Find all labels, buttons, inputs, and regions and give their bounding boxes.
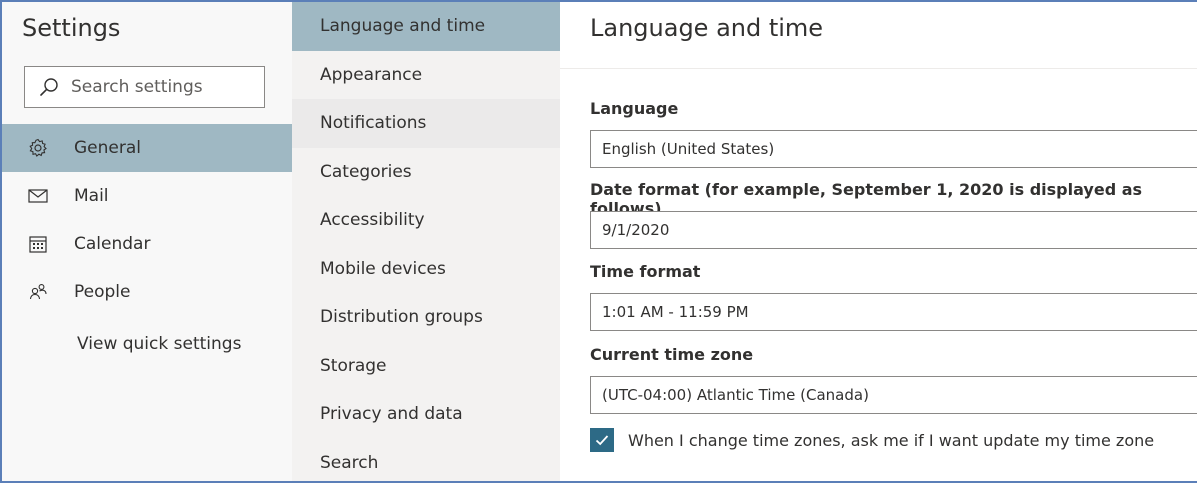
nav-item-people[interactable]: People [2,268,292,316]
nav-label-calendar: Calendar [74,234,151,254]
category-appearance[interactable]: Appearance [292,51,560,100]
category-categories[interactable]: Categories [292,148,560,197]
nav-label-general: General [74,138,141,158]
language-dropdown[interactable]: English (United States) [590,130,1197,168]
nav-item-calendar[interactable]: Calendar [2,220,292,268]
ask-update-time-zone-option[interactable]: When I change time zones, ask me if I wa… [590,428,1154,452]
language-time-panel: Language and time Language English (Unit… [560,2,1197,481]
date-format-dropdown[interactable]: 9/1/2020 [590,211,1197,249]
category-distribution-groups[interactable]: Distribution groups [292,293,560,342]
gear-icon [26,136,50,160]
ask-update-checkbox[interactable] [590,428,614,452]
nav-label-people: People [74,282,131,302]
panel-title: Language and time [590,14,824,42]
ask-update-checkbox-label: When I change time zones, ask me if I wa… [628,430,1155,450]
settings-title: Settings [22,14,121,42]
language-value: English (United States) [602,140,775,158]
search-input[interactable] [71,77,251,97]
category-privacy-and-data[interactable]: Privacy and data [292,390,560,439]
settings-sidebar: Settings General [2,2,292,481]
title-divider [560,68,1197,69]
category-mobile-devices[interactable]: Mobile devices [292,245,560,294]
settings-nav: General Mail Calendar People [2,124,292,316]
search-icon [40,78,58,96]
language-label: Language [590,99,679,118]
date-format-value: 9/1/2020 [602,221,670,239]
nav-item-general[interactable]: General [2,124,292,172]
nav-label-mail: Mail [74,186,109,206]
view-quick-settings-link[interactable]: View quick settings [77,334,241,354]
time-zone-value: (UTC-04:00) Atlantic Time (Canada) [602,386,869,404]
nav-item-mail[interactable]: Mail [2,172,292,220]
category-language-and-time[interactable]: Language and time [292,2,560,51]
settings-window: Settings General [0,0,1197,483]
mail-icon [26,184,50,208]
checkmark-icon [595,435,609,446]
category-list: Language and time Appearance Notificatio… [292,2,560,482]
category-search[interactable]: Search [292,439,560,482]
category-accessibility[interactable]: Accessibility [292,196,560,245]
time-format-dropdown[interactable]: 1:01 AM - 11:59 PM [590,293,1197,331]
time-format-label: Time format [590,262,701,281]
category-notifications[interactable]: Notifications [292,99,560,148]
time-zone-dropdown[interactable]: (UTC-04:00) Atlantic Time (Canada) [590,376,1197,414]
time-format-value: 1:01 AM - 11:59 PM [602,303,749,321]
time-zone-label: Current time zone [590,345,754,364]
category-storage[interactable]: Storage [292,342,560,391]
calendar-icon [26,232,50,256]
people-icon [26,280,50,304]
search-box[interactable] [24,66,265,108]
